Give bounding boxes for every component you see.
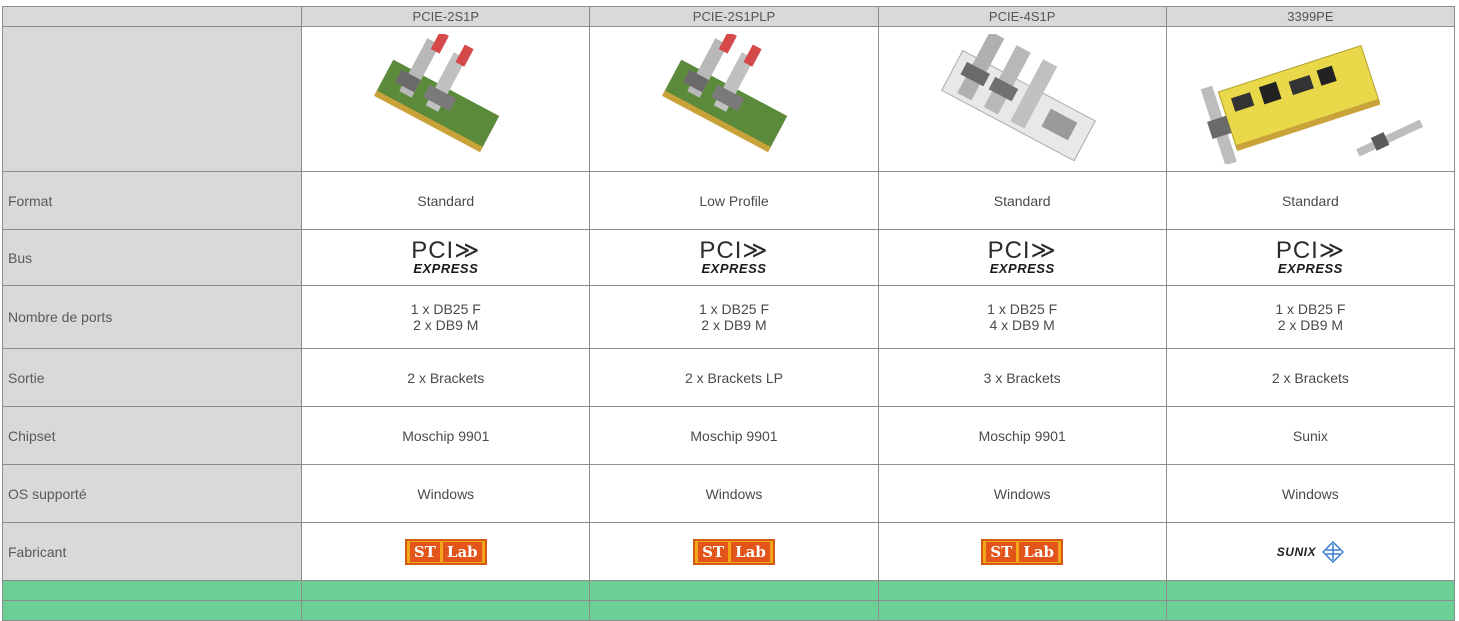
bus-cell: PCI≫ EXPRESS	[589, 229, 879, 286]
ports-cell: 1 x DB25 F2 x DB9 M	[301, 285, 591, 349]
ports-cell: 1 x DB25 F2 x DB9 M	[1165, 285, 1456, 349]
chipset-cell: Moschip 9901	[877, 406, 1167, 465]
row-label: Bus	[1, 229, 303, 286]
model-header: PCIE-4S1P	[877, 6, 1167, 27]
os-cell: Windows	[301, 464, 591, 523]
os-cell: Windows	[589, 464, 879, 523]
header-corner	[1, 6, 303, 27]
st-lab-logo: ST Lab	[404, 538, 487, 565]
maker-cell: ST Lab	[301, 522, 591, 581]
serial-card-image	[662, 34, 788, 153]
pci-express-logo: PCI≫ EXPRESS	[987, 237, 1057, 276]
maker-cell: ST Lab	[589, 522, 879, 581]
os-cell: Windows	[877, 464, 1167, 523]
format-cell: Standard	[877, 171, 1167, 230]
bus-cell: PCI≫ EXPRESS	[1165, 229, 1456, 286]
os-cell: Windows	[1165, 464, 1456, 523]
image-row-label	[1, 26, 303, 172]
bus-cell: PCI≫ EXPRESS	[301, 229, 591, 286]
footer-cell	[1, 600, 303, 621]
maker-cell: ST Lab	[877, 522, 1167, 581]
footer-cell	[877, 600, 1167, 621]
row-bus: Bus PCI≫ EXPRESS PCI≫ EXPRESS PCI≫ EXPRESS …	[1, 229, 1456, 286]
model-header: PCIE-2S1P	[301, 6, 591, 27]
row-chipset: Chipset Moschip 9901 Moschip 9901 Moschi…	[1, 406, 1456, 465]
footer-row	[1, 600, 1456, 621]
footer-cell	[877, 580, 1167, 601]
chipset-cell: Moschip 9901	[301, 406, 591, 465]
row-label: Sortie	[1, 348, 303, 407]
row-os: OS supporté Windows Windows Windows Wind…	[1, 464, 1456, 523]
model-header: PCIE-2S1PLP	[589, 6, 879, 27]
row-label: Format	[1, 171, 303, 230]
footer-cell	[301, 600, 591, 621]
st-lab-logo: ST Lab	[693, 538, 775, 565]
row-label: OS supporté	[1, 464, 303, 523]
row-ports: Nombre de ports 1 x DB25 F2 x DB9 M 1 x …	[1, 285, 1456, 349]
product-image	[589, 26, 879, 172]
pci-express-logo: PCI≫ EXPRESS	[411, 237, 481, 276]
footer-cell	[589, 600, 879, 621]
format-cell: Low Profile	[589, 171, 879, 230]
footer-cell	[1165, 600, 1456, 621]
sunix-logo: SUNIX	[1277, 540, 1344, 563]
footer-cell	[589, 580, 879, 601]
sortie-cell: 3 x Brackets	[877, 348, 1167, 407]
product-image	[1165, 26, 1456, 172]
footer-cell	[301, 580, 591, 601]
row-label: Nombre de ports	[1, 285, 303, 349]
row-format: Format Standard Low Profile Standard Sta…	[1, 171, 1456, 230]
pci-express-logo: PCI≫ EXPRESS	[1275, 237, 1345, 276]
serial-card-image	[1201, 44, 1424, 164]
row-label: Fabricant	[1, 522, 303, 581]
pci-express-logo: PCI≫ EXPRESS	[699, 237, 769, 276]
format-cell: Standard	[301, 171, 591, 230]
footer-cell	[1, 580, 303, 601]
product-image	[877, 26, 1167, 172]
format-cell: Standard	[1165, 171, 1456, 230]
sunix-emblem-icon	[1321, 540, 1344, 563]
sortie-cell: 2 x Brackets	[301, 348, 591, 407]
bus-cell: PCI≫ EXPRESS	[877, 229, 1167, 286]
serial-card-image	[941, 34, 1097, 162]
chipset-cell: Moschip 9901	[589, 406, 879, 465]
st-lab-logo: ST Lab	[981, 538, 1064, 565]
header-row: PCIE-2S1P PCIE-2S1PLP PCIE-4S1P 3399PE	[1, 6, 1456, 27]
ports-cell: 1 x DB25 F4 x DB9 M	[877, 285, 1167, 349]
row-maker: Fabricant ST Lab ST Lab ST Lab SUNIX	[1, 522, 1456, 581]
ports-cell: 1 x DB25 F2 x DB9 M	[589, 285, 879, 349]
footer-cell	[1165, 580, 1456, 601]
row-label: Chipset	[1, 406, 303, 465]
serial-card-image	[373, 34, 500, 153]
product-image	[301, 26, 591, 172]
model-header: 3399PE	[1165, 6, 1456, 27]
image-row	[1, 26, 1456, 172]
sortie-cell: 2 x Brackets	[1165, 348, 1456, 407]
row-sortie: Sortie 2 x Brackets 2 x Brackets LP 3 x …	[1, 348, 1456, 407]
sortie-cell: 2 x Brackets LP	[589, 348, 879, 407]
footer-row	[1, 580, 1456, 601]
maker-cell: SUNIX	[1165, 522, 1456, 581]
chipset-cell: Sunix	[1165, 406, 1456, 465]
comparison-table: PCIE-2S1P PCIE-2S1PLP PCIE-4S1P 3399PE F…	[1, 6, 1456, 621]
